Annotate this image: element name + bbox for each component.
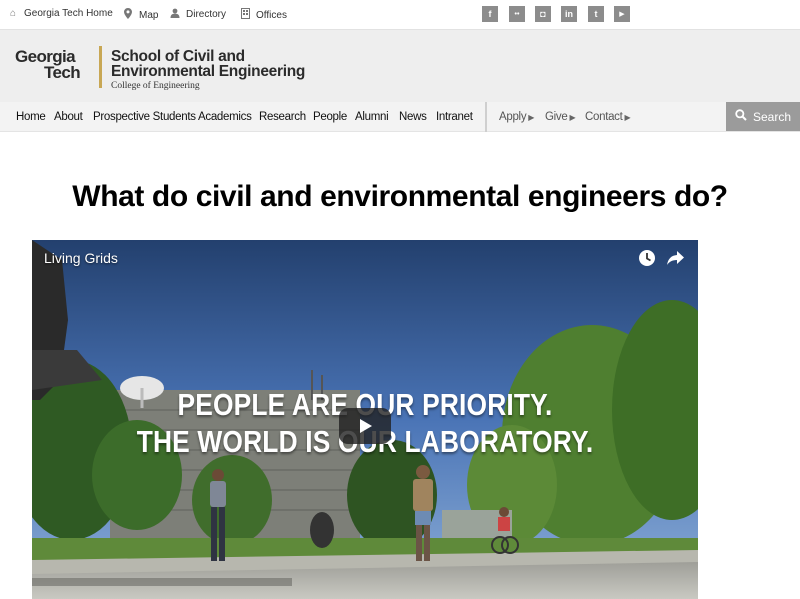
- offices-link[interactable]: Offices: [240, 8, 287, 22]
- triangle-right-icon: ▶: [569, 113, 576, 122]
- offices-label: Offices: [256, 9, 287, 21]
- clock-icon[interactable]: [638, 249, 656, 267]
- video-title[interactable]: Living Grids: [44, 250, 118, 266]
- youtube-icon[interactable]: ▶: [614, 6, 630, 22]
- nav-home[interactable]: Home: [16, 111, 46, 123]
- search-label: Search: [753, 109, 792, 124]
- site-header: Georgia Tech School of Civil and Environ…: [0, 30, 800, 102]
- search-button[interactable]: Search: [726, 102, 800, 131]
- nav-intranet[interactable]: Intranet: [436, 111, 473, 123]
- flickr-icon[interactable]: ••: [509, 6, 525, 22]
- nav-academics[interactable]: Academics: [198, 111, 252, 123]
- twitter-icon[interactable]: t: [588, 6, 604, 22]
- nav-prospective-students[interactable]: Prospective Students: [93, 111, 196, 123]
- nav-people[interactable]: People: [313, 111, 347, 123]
- nav-apply-label: Apply: [499, 111, 527, 123]
- school-name-line2: Environmental Engineering: [111, 63, 306, 80]
- nav-contact-label: Contact: [585, 111, 623, 123]
- nav-divider: [485, 102, 487, 132]
- directory-link[interactable]: Directory: [170, 8, 226, 21]
- person-icon: [170, 8, 180, 21]
- instagram-icon[interactable]: ◘: [535, 6, 551, 22]
- college-name: College of Engineering: [111, 81, 200, 91]
- school-logo[interactable]: Georgia Tech School of Civil and Environ…: [15, 46, 360, 96]
- search-icon: [735, 109, 747, 124]
- logo-divider: [99, 46, 102, 88]
- nav-contact[interactable]: Contact ▶: [585, 111, 631, 123]
- georgia-tech-home-label: Georgia Tech Home: [24, 8, 113, 19]
- logo-line-tech: Tech: [44, 63, 81, 82]
- georgia-tech-home-link[interactable]: ⌂ Georgia Tech Home: [8, 8, 113, 19]
- main-nav: Home About Prospective Students Academic…: [0, 102, 800, 132]
- play-button[interactable]: [339, 408, 391, 444]
- share-icon[interactable]: [666, 249, 686, 267]
- building-icon: [240, 8, 250, 22]
- facebook-icon[interactable]: f: [482, 6, 498, 22]
- play-icon: [360, 419, 372, 433]
- nav-about[interactable]: About: [54, 111, 83, 123]
- home-icon: ⌂: [9, 8, 17, 19]
- video-player[interactable]: Living Grids PEOPLE ARE OUR PRIORITY. TH…: [32, 240, 698, 599]
- nav-news[interactable]: News: [399, 111, 427, 123]
- triangle-right-icon: ▶: [624, 113, 631, 122]
- nav-research[interactable]: Research: [259, 111, 306, 123]
- linkedin-icon[interactable]: in: [561, 6, 577, 22]
- school-name-line1: School of Civil and: [111, 48, 245, 65]
- map-link[interactable]: Map: [123, 8, 158, 22]
- utility-bar: ⌂ Georgia Tech Home Map Directory Office…: [0, 0, 800, 30]
- school-name: School of Civil and Environmental Engine…: [111, 48, 306, 80]
- page-title: What do civil and environmental engineer…: [72, 180, 728, 213]
- triangle-right-icon: ▶: [528, 113, 535, 122]
- directory-label: Directory: [186, 9, 227, 20]
- georgia-tech-wordmark: Georgia Tech: [15, 46, 97, 82]
- map-label: Map: [139, 9, 159, 21]
- nav-alumni[interactable]: Alumni: [355, 111, 389, 123]
- nav-give[interactable]: Give ▶: [545, 111, 576, 123]
- nav-give-label: Give: [545, 111, 568, 123]
- map-pin-icon: [123, 8, 133, 22]
- nav-apply[interactable]: Apply ▶: [499, 111, 534, 123]
